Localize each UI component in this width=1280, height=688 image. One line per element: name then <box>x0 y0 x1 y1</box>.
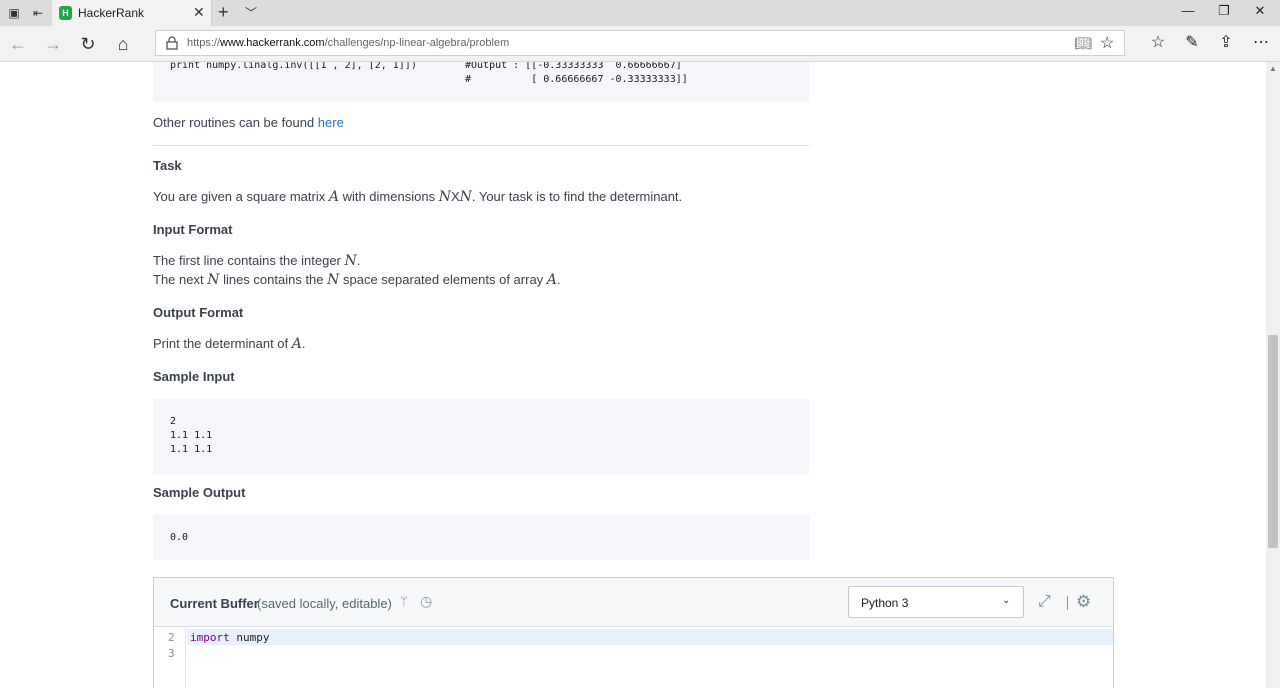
browser-titlebar: ▣ ⇤ H HackerRank ✕ + ﹀ — ❐ ✕ <box>0 0 1280 26</box>
gear-icon[interactable]: ⚙ <box>1076 592 1091 612</box>
share-icon[interactable]: ⇪ <box>1215 32 1237 52</box>
code-example-block: print numpy.linalg.inv([[1 , 2], [2, 1]]… <box>153 62 809 102</box>
sample-output-value: 0.0 <box>170 532 189 543</box>
code-line[interactable]: import numpy <box>190 631 270 644</box>
sample-input-heading: Sample Input <box>153 369 235 384</box>
toolbar-separator <box>1067 596 1068 610</box>
window-close-icon[interactable]: ✕ <box>1250 3 1270 19</box>
tab-list-chevron-icon[interactable]: ﹀ <box>245 4 257 21</box>
line-number-gutter: 2 3 <box>154 627 186 688</box>
input-format-line-2: The next N lines contains the N space se… <box>153 272 561 288</box>
url-text[interactable]: https://www.hackerrank.com/challenges/np… <box>187 37 509 49</box>
new-tab-icon[interactable]: + <box>218 2 229 23</box>
here-link[interactable]: here <box>318 115 344 130</box>
reading-view-icon[interactable]: 📖︎ <box>1074 35 1092 52</box>
tab-manager-icon[interactable]: ▣ <box>6 5 22 21</box>
fullscreen-icon[interactable]: ⤢ <box>1038 593 1051 611</box>
browser-tab[interactable]: H HackerRank ✕ <box>52 0 212 26</box>
line-number: 2 <box>168 631 175 644</box>
hackerrank-favicon-icon: H <box>59 6 72 20</box>
language-select[interactable]: Python 3 ⌄ <box>848 586 1024 618</box>
forward-icon[interactable]: → <box>41 32 65 56</box>
sample-input-line: 1.1 1.1 <box>170 430 213 441</box>
scroll-up-icon[interactable]: ▲ <box>1269 64 1277 73</box>
buffer-note: (saved locally, editable) <box>257 596 392 611</box>
page-scrollbar[interactable]: ▲ <box>1266 62 1280 688</box>
problem-page: print numpy.linalg.inv([[1 , 2], [2, 1]]… <box>0 62 1266 688</box>
pen-icon[interactable]: ✎ <box>1181 32 1203 52</box>
line-number: 3 <box>168 647 175 660</box>
input-format-line-1: The first line contains the integer N. <box>153 253 361 269</box>
task-heading: Task <box>153 158 182 173</box>
code-example-line: print numpy.linalg.inv([[1 , 2], [2, 1]]… <box>170 62 417 71</box>
restore-icon[interactable]: ❐ <box>1214 3 1234 19</box>
sample-input-line: 1.1 1.1 <box>170 444 213 455</box>
code-example-output-line-1: #Output : [[-0.33333333 0.66666667] <box>465 62 682 71</box>
favorite-star-icon[interactable]: ☆ <box>1100 33 1114 53</box>
tab-close-icon[interactable]: ✕ <box>193 4 205 21</box>
branch-icon[interactable]: ᛘ <box>400 594 408 609</box>
output-format-text: Print the determinant of A. <box>153 336 306 352</box>
code-example-output-line-2: # [ 0.66666667 -0.33333333]] <box>465 74 688 85</box>
code-editor: Current Buffer (saved locally, editable)… <box>153 577 1114 688</box>
address-bar[interactable]: https://www.hackerrank.com/challenges/np… <box>155 30 1125 56</box>
history-icon[interactable]: ◷ <box>420 593 432 610</box>
output-format-heading: Output Format <box>153 305 244 320</box>
divider <box>153 145 809 146</box>
task-text: You are given a square matrix A with dim… <box>153 189 683 205</box>
sample-input-block: 2 1.1 1.1 1.1 1.1 <box>153 399 809 474</box>
minimize-icon[interactable]: — <box>1178 3 1198 18</box>
lock-icon <box>166 36 178 50</box>
more-icon[interactable]: ⋯ <box>1250 32 1272 52</box>
active-line-highlight <box>187 629 1113 645</box>
editor-header: Current Buffer (saved locally, editable)… <box>154 578 1113 627</box>
scroll-thumb[interactable] <box>1268 335 1278 548</box>
back-icon[interactable]: ← <box>6 32 30 56</box>
browser-navbar: ← → ↻ ⌂ https://www.hackerrank.com/chall… <box>0 26 1280 62</box>
home-icon[interactable]: ⌂ <box>111 32 135 56</box>
refresh-icon[interactable]: ↻ <box>76 32 100 56</box>
other-routines-text: Other routines can be found here <box>153 115 344 130</box>
set-aside-tabs-icon[interactable]: ⇤ <box>30 5 46 21</box>
sample-output-block: 0.0 <box>153 515 809 560</box>
sample-output-heading: Sample Output <box>153 485 246 500</box>
language-value: Python 3 <box>861 596 909 610</box>
sample-input-line: 2 <box>170 416 177 427</box>
tab-title: HackerRank <box>78 6 145 20</box>
chevron-down-icon: ⌄ <box>1002 595 1011 606</box>
favorites-icon[interactable]: ☆ <box>1147 32 1169 52</box>
input-format-heading: Input Format <box>153 222 233 237</box>
buffer-title: Current Buffer <box>170 596 259 611</box>
